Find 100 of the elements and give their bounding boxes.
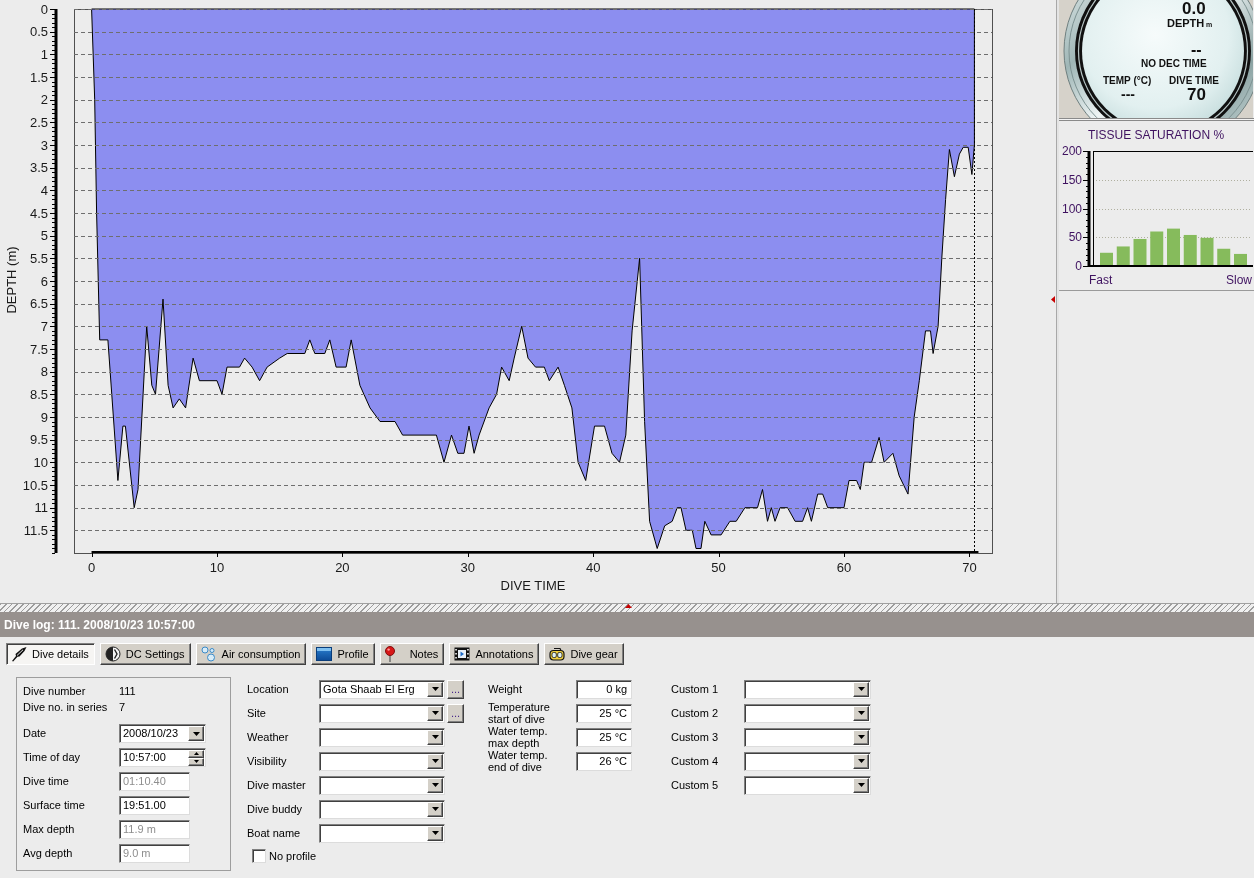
- splitter-arrow-icon[interactable]: [625, 604, 632, 608]
- text-field[interactable]: 25 °C: [576, 727, 632, 747]
- caret-up-icon: [193, 752, 199, 755]
- spin-down-button[interactable]: [188, 757, 204, 766]
- tab[interactable]: Dive gear: [544, 643, 624, 665]
- deco-time-label: NO DEC TIME: [1141, 59, 1207, 69]
- dropdown-button[interactable]: [427, 825, 443, 841]
- combo-box[interactable]: [319, 799, 445, 819]
- axis-tick-label: 0.5: [29, 24, 48, 40]
- axis-tick-label: 1.5: [29, 69, 48, 85]
- field-label: Dive buddy: [247, 802, 303, 816]
- tab[interactable]: Dive details: [6, 643, 95, 665]
- axis-tick-label: 40: [585, 559, 601, 575]
- dropdown-button[interactable]: [427, 753, 443, 769]
- field-label: Water temp. max depth: [488, 725, 549, 749]
- dropdown-button[interactable]: [853, 729, 869, 745]
- field-label: Site: [247, 706, 266, 720]
- saturation-bar: [1100, 252, 1113, 266]
- caret-down-icon: [431, 687, 439, 691]
- combo-box[interactable]: [319, 823, 445, 843]
- checkbox-label[interactable]: No profile: [269, 847, 317, 865]
- axis-tick-label: 0: [87, 559, 96, 575]
- axis-tick-label: 9.5: [29, 432, 48, 448]
- axis-tick-label: 0: [1075, 259, 1082, 273]
- field-label: Max depth: [23, 823, 75, 835]
- dropdown-button[interactable]: [853, 777, 869, 793]
- combo-box[interactable]: [319, 775, 445, 795]
- field-value: 7: [119, 699, 126, 715]
- tab[interactable]: Notes: [379, 643, 445, 665]
- combo-box[interactable]: [319, 703, 445, 723]
- caret-down-icon: [431, 735, 439, 739]
- caret-down-icon: [857, 711, 865, 715]
- dropdown-button[interactable]: [853, 705, 869, 721]
- axis-tick-label: 10: [33, 454, 48, 470]
- text-field[interactable]: 19:51.00: [119, 796, 190, 815]
- field-label: Water temp. end of dive: [488, 749, 549, 773]
- deco-time-reading: --: [1191, 42, 1202, 58]
- dropdown-button[interactable]: [427, 777, 443, 793]
- dropdown-button[interactable]: [427, 801, 443, 817]
- axis-tick-label: 6: [40, 273, 48, 289]
- window-icon: [316, 646, 333, 662]
- tab[interactable]: Air consumption: [195, 643, 307, 665]
- axis-tick-label: 5.5: [29, 250, 48, 266]
- axis-tick-label: 2.5: [29, 114, 48, 130]
- field-label: Custom 3: [671, 730, 719, 744]
- dive-time-label: DIVE TIME: [1169, 76, 1219, 86]
- dropdown-button[interactable]: [427, 729, 443, 745]
- spin-up-button[interactable]: [188, 749, 204, 758]
- axis-tick-label: 11.5: [23, 522, 48, 538]
- tab[interactable]: DC Settings: [99, 643, 191, 665]
- combo-box[interactable]: [744, 703, 871, 723]
- checkbox[interactable]: [252, 849, 266, 863]
- dropdown-button[interactable]: [427, 681, 443, 697]
- browse-button[interactable]: ...: [447, 679, 464, 699]
- axis-tick-label: 20: [335, 559, 350, 575]
- text-field[interactable]: 25 °C: [576, 703, 632, 723]
- tab[interactable]: Profile: [311, 643, 375, 665]
- axis-end-label: Slow: [1226, 273, 1252, 287]
- axis-tick-label: 2: [40, 92, 48, 108]
- combo-box[interactable]: [744, 775, 871, 795]
- axis-tick-label: 3: [40, 137, 48, 153]
- field-label: Dive time: [23, 775, 69, 787]
- text-field[interactable]: 0 kg: [576, 679, 632, 699]
- axis-tick-label: 4: [40, 182, 48, 198]
- combo-box[interactable]: Gota Shaab El Erg: [319, 679, 445, 699]
- temperature-label: TEMP (°C): [1103, 76, 1152, 86]
- axis-tick-label: 100: [1061, 201, 1082, 216]
- caret-down-icon: [857, 783, 865, 787]
- combo-box[interactable]: [744, 751, 871, 771]
- text-field[interactable]: 26 °C: [576, 751, 632, 771]
- axis-tick-label: 60: [836, 559, 852, 575]
- axis-tick-label: 7.5: [29, 341, 48, 357]
- tab[interactable]: Annotations: [449, 643, 540, 665]
- axis-tick-label: 8.5: [29, 386, 48, 402]
- time-field[interactable]: 10:57:00: [119, 748, 206, 767]
- field-label: Surface time: [23, 799, 85, 811]
- combo-box[interactable]: [319, 727, 445, 747]
- dropdown-button[interactable]: [427, 705, 443, 721]
- dropdown-button[interactable]: [853, 681, 869, 697]
- splitter-arrow-icon[interactable]: [1051, 296, 1055, 303]
- field-label: Temperature start of dive: [488, 701, 551, 725]
- caret-down-icon: [431, 711, 439, 715]
- axis-tick-label: 30: [460, 559, 475, 575]
- dropdown-button[interactable]: [853, 753, 869, 769]
- field-label: Avg depth: [23, 847, 73, 859]
- axis-tick-label: 6.5: [29, 296, 48, 312]
- y-axis-title: DEPTH (m): [3, 246, 19, 314]
- caret-down-icon: [431, 759, 439, 763]
- bubbles-icon: [200, 646, 217, 662]
- diving-mask-icon: [549, 646, 566, 662]
- field-label: Date: [23, 727, 47, 739]
- combo-box[interactable]: [744, 727, 871, 747]
- combo-box[interactable]: [319, 751, 445, 771]
- dropdown-button[interactable]: [188, 726, 204, 741]
- browse-button[interactable]: ...: [447, 703, 464, 723]
- axis-tick-label: 70: [962, 559, 977, 575]
- combo-box[interactable]: [744, 679, 871, 699]
- date-picker[interactable]: 2008/10/23: [119, 724, 206, 743]
- field-label: Weight: [488, 683, 523, 695]
- temperature-reading: ---: [1121, 87, 1135, 101]
